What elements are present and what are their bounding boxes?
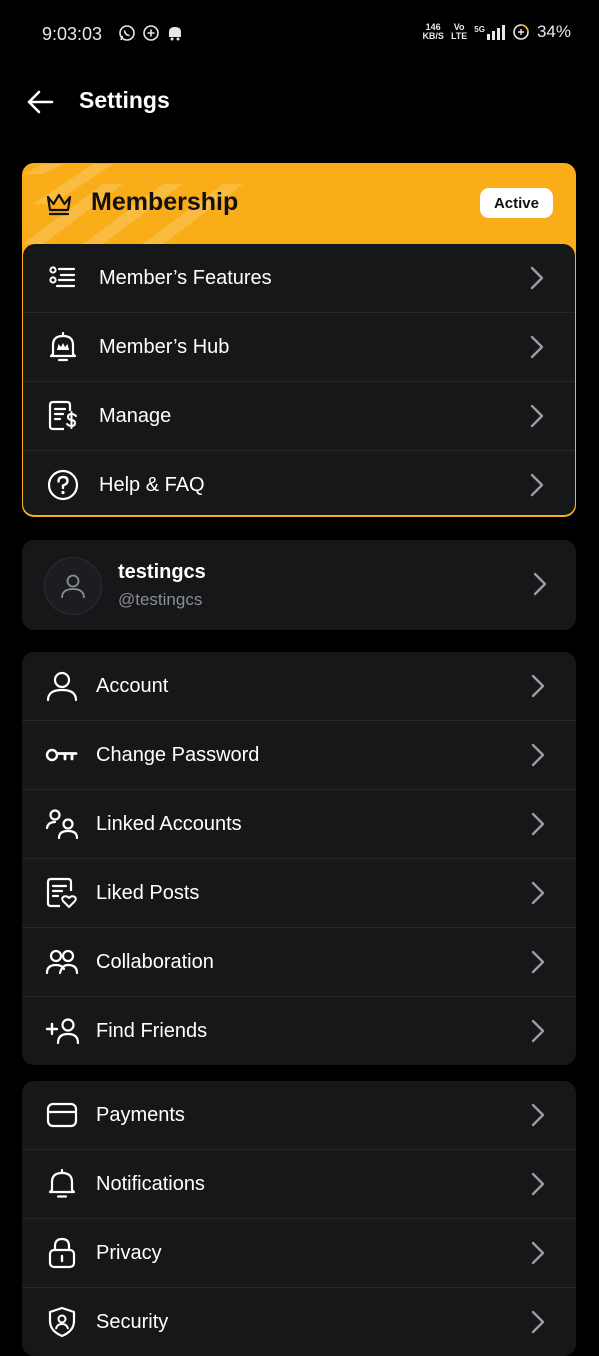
menu-item-label: Privacy xyxy=(96,1241,162,1264)
menu-item-manage[interactable]: Manage xyxy=(23,382,575,451)
app-notification-icon xyxy=(169,27,181,41)
chevron-right-icon xyxy=(528,948,548,976)
menu-item-liked-posts[interactable]: Liked Posts xyxy=(22,859,576,928)
back-button[interactable] xyxy=(22,84,58,120)
liked-posts-icon xyxy=(44,875,80,911)
menu-item-label: Payments xyxy=(96,1103,185,1126)
volte-indicator: Vo LTE xyxy=(450,22,468,41)
battery-percentage: 34% xyxy=(536,22,571,41)
linked-accounts-icon xyxy=(44,806,80,842)
menu-item-collaboration[interactable]: Collaboration xyxy=(22,928,576,997)
menu-item-members-features[interactable]: Member’s Features xyxy=(23,244,575,313)
menu-item-notifications[interactable]: Notifications xyxy=(22,1150,576,1219)
user-placeholder-icon xyxy=(61,574,85,599)
chevron-right-icon xyxy=(528,672,548,700)
avatar xyxy=(44,557,102,615)
collaboration-icon xyxy=(44,944,80,980)
chevron-right-icon xyxy=(527,402,547,430)
menu-item-label: Member’s Features xyxy=(99,266,272,289)
help-circle-icon xyxy=(45,467,81,503)
profile-name: testingcs xyxy=(118,561,206,583)
account-settings-card: Account Change Password Linked Accounts … xyxy=(22,652,576,1065)
chevron-right-icon xyxy=(528,1239,548,1267)
menu-item-help-faq[interactable]: Help & FAQ xyxy=(23,451,575,516)
menu-item-label: Account xyxy=(96,674,169,697)
page-title: Settings xyxy=(79,87,170,113)
header: Settings xyxy=(0,72,599,132)
menu-item-label: Notifications xyxy=(96,1172,205,1195)
menu-item-label: Security xyxy=(96,1310,169,1333)
menu-item-linked-accounts[interactable]: Linked Accounts xyxy=(22,790,576,859)
menu-item-label: Liked Posts xyxy=(96,881,200,904)
signal-icon: 5G xyxy=(474,24,505,40)
chevron-right-icon xyxy=(528,1308,548,1336)
menu-item-security[interactable]: Security xyxy=(22,1288,576,1356)
menu-item-change-password[interactable]: Change Password xyxy=(22,721,576,790)
membership-title: Membership xyxy=(91,188,239,216)
chevron-right-icon xyxy=(527,471,547,499)
status-right: 146 KB/S Vo LTE 5G 34% xyxy=(422,22,571,42)
status-bar: 9:03:03 146 KB/S Vo LTE 5G 34% xyxy=(0,0,599,68)
lock-icon xyxy=(44,1235,80,1271)
bell-icon xyxy=(44,1166,80,1202)
notification-icons xyxy=(118,24,184,42)
chevron-right-icon xyxy=(528,1017,548,1045)
chevron-right-icon xyxy=(528,1170,548,1198)
profile-handle: @testingcs xyxy=(118,590,203,609)
status-badge: Active xyxy=(479,188,553,218)
crown-icon xyxy=(46,193,72,216)
add-friend-icon xyxy=(44,1013,80,1049)
bell-crown-icon xyxy=(45,329,81,365)
menu-item-payments[interactable]: Payments xyxy=(22,1081,576,1150)
chevron-right-icon xyxy=(528,1101,548,1129)
battery-saver-icon xyxy=(513,24,529,40)
menu-item-label: Find Friends xyxy=(96,1019,208,1042)
chat-plus-icon xyxy=(143,25,159,41)
menu-item-label: Linked Accounts xyxy=(96,812,242,835)
profile-card[interactable]: testingcs @testingcs xyxy=(22,540,576,630)
whatsapp-icon xyxy=(119,25,135,41)
menu-item-label: Member’s Hub xyxy=(99,335,230,358)
menu-item-account[interactable]: Account xyxy=(22,652,576,721)
menu-item-privacy[interactable]: Privacy xyxy=(22,1219,576,1288)
membership-list: Member’s Features Member’s Hub Manage He… xyxy=(23,244,575,515)
network-speed: 146 KB/S xyxy=(422,22,444,41)
preferences-card: Payments Notifications Privacy Security xyxy=(22,1081,576,1356)
chevron-right-icon xyxy=(528,879,548,907)
chevron-right-icon xyxy=(527,264,547,292)
menu-item-label: Manage xyxy=(99,404,172,427)
list-icon xyxy=(45,260,81,296)
menu-item-label: Change Password xyxy=(96,743,260,766)
menu-item-label: Collaboration xyxy=(96,950,214,973)
card-icon xyxy=(44,1097,80,1133)
membership-card: Membership Active Member’s Features Memb… xyxy=(22,163,576,517)
chevron-right-icon xyxy=(527,333,547,361)
menu-item-members-hub[interactable]: Member’s Hub xyxy=(23,313,575,382)
key-icon xyxy=(44,737,80,773)
billing-document-icon xyxy=(45,398,81,434)
status-time: 9:03:03 xyxy=(42,24,103,44)
membership-header[interactable]: Membership Active xyxy=(23,164,575,244)
menu-item-find-friends[interactable]: Find Friends xyxy=(22,997,576,1065)
person-icon xyxy=(44,668,80,704)
chevron-right-icon xyxy=(528,741,548,769)
chevron-right-icon xyxy=(528,810,548,838)
arrow-left-icon xyxy=(27,90,54,114)
shield-icon xyxy=(44,1304,80,1340)
menu-item-label: Help & FAQ xyxy=(99,473,205,496)
chevron-right-icon xyxy=(532,571,548,602)
